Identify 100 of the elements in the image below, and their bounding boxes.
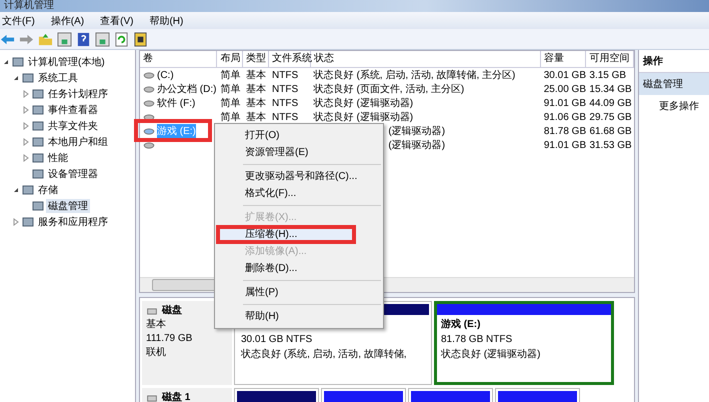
table-cell: 91.06 GB <box>544 112 586 122</box>
volume-name[interactable]: 软件 (F:) <box>157 96 196 110</box>
table-cell: 31.53 GB <box>589 140 632 150</box>
menu-item[interactable]: 查看(V) <box>98 14 140 28</box>
context-menu-item[interactable]: 压缩卷(H)... <box>217 226 355 243</box>
partition-block[interactable] <box>408 388 493 402</box>
tree-item[interactable]: 本地用户和组 <box>46 135 110 149</box>
context-menu-item[interactable]: 更改驱动器号和路径(C)... <box>217 168 381 185</box>
node-icon <box>32 200 44 212</box>
table-cell-text: (逻辑驱动器) <box>388 124 446 138</box>
pane-icon[interactable] <box>95 32 110 46</box>
table-cell: NTFS <box>272 98 298 108</box>
partition-block[interactable] <box>234 388 319 402</box>
tree-item[interactable]: 设备管理器 <box>46 167 100 181</box>
column-header[interactable]: 类型 <box>243 51 269 67</box>
partition-status: 状态良好 (系统, 启动, 活动, 故障转储, <box>241 349 408 361</box>
table-cell-text: 简单 <box>220 110 240 124</box>
column-header[interactable]: 布局 <box>217 51 244 67</box>
tree-item[interactable]: 共享文件夹 <box>46 119 100 133</box>
table-cell: 30.01 GB <box>544 70 586 80</box>
partition-size: 30.01 GB NTFS <box>241 334 314 346</box>
table-cell-text: 状态良好 (系统, 启动, 活动, 故障转储, 主分区) <box>314 68 516 82</box>
drive-icon <box>143 142 155 148</box>
table-cell-text: 简单 <box>220 96 240 110</box>
partition-block[interactable] <box>495 388 580 402</box>
column-header[interactable]: 文件系统 <box>268 51 311 67</box>
context-menu-item[interactable]: 打开(O) <box>217 127 381 144</box>
node-icon <box>32 152 44 164</box>
tree-item[interactable]: 存储 <box>36 183 60 197</box>
drive-icon <box>143 72 155 78</box>
context-menu-item[interactable]: 资源管理器(E) <box>217 144 381 161</box>
partition-size: 81.78 GB NTFS <box>441 334 514 346</box>
table-cell: NTFS <box>272 112 298 122</box>
table-cell-text: 状态良好 (逻辑驱动器) <box>314 110 414 124</box>
table-cell-text: 基本 <box>246 110 266 124</box>
disk-info: 111.79 GB <box>146 333 194 345</box>
node-icon <box>32 120 44 132</box>
table-cell: 3.15 GB <box>589 70 626 80</box>
drive-icon <box>143 100 155 106</box>
node-icon <box>32 88 44 100</box>
partition-status: 状态良好 (逻辑驱动器) <box>441 349 542 361</box>
export-icon[interactable] <box>133 32 148 46</box>
expander-icon[interactable] <box>12 74 20 82</box>
disk-info: 基本 <box>146 319 167 331</box>
context-menu-item[interactable]: 格式化(F)... <box>217 185 381 202</box>
drive-icon <box>143 114 155 120</box>
window-title: 计算机管理 <box>3 0 55 12</box>
column-header[interactable]: 状态 <box>310 51 541 67</box>
column-header[interactable]: 卷 <box>140 51 218 67</box>
node-icon <box>22 216 34 228</box>
table-cell: 81.78 GB <box>544 126 586 136</box>
expander-icon[interactable] <box>2 58 10 66</box>
table-cell-text: 简单 <box>220 82 240 96</box>
table-cell: NTFS <box>272 70 298 80</box>
partition-block[interactable] <box>321 388 406 402</box>
context-menu-item[interactable]: 属性(P) <box>217 284 381 301</box>
tree-item[interactable]: 服务和应用程序 <box>36 215 110 229</box>
node-icon <box>22 72 34 84</box>
node-icon <box>32 168 44 180</box>
node-icon <box>32 104 44 116</box>
tree-item[interactable]: 任务计划程序 <box>46 87 110 101</box>
table-cell-text: (逻辑驱动器) <box>388 138 446 152</box>
table-cell-text: 基本 <box>246 96 266 110</box>
table-cell-text: 状态良好 (页面文件, 活动, 主分区) <box>314 82 464 96</box>
tree-item[interactable]: 性能 <box>46 151 70 165</box>
folder-up-icon[interactable] <box>38 32 53 46</box>
drive-icon <box>143 86 155 92</box>
drive-icon <box>143 128 155 134</box>
disk-label: 磁盘 <box>162 305 182 317</box>
table-cell: 91.01 GB <box>544 98 586 108</box>
tree-item[interactable]: 系统工具 <box>36 71 80 85</box>
help-icon[interactable] <box>76 32 91 46</box>
column-header[interactable]: 可用空间 <box>586 51 634 67</box>
table-cell-text: 基本 <box>246 68 266 82</box>
partition-title: 游戏 (E:) <box>441 319 482 331</box>
pane-icon[interactable] <box>57 32 72 46</box>
table-cell: 29.75 GB <box>589 112 632 122</box>
expander-icon[interactable] <box>12 186 20 194</box>
actions-section[interactable]: 磁盘管理 <box>639 73 709 95</box>
refresh-icon[interactable] <box>114 32 129 46</box>
table-cell: NTFS <box>272 84 298 94</box>
volume-name[interactable]: 办公文档 (D:) <box>157 82 216 96</box>
tree-item[interactable]: 事件查看器 <box>46 103 100 117</box>
table-cell-text: 状态良好 (逻辑驱动器) <box>314 96 414 110</box>
context-menu-item[interactable]: 删除卷(D)... <box>217 260 381 277</box>
column-header[interactable]: 容量 <box>540 51 586 67</box>
disk-label: 磁盘 1 <box>162 392 190 402</box>
menu-item[interactable]: 帮助(H) <box>147 14 190 28</box>
volume-name[interactable]: (C:) <box>157 70 174 80</box>
partition-block[interactable]: 游戏 (E:) 81.78 GB NTFS 状态良好 (逻辑驱动器) <box>434 301 614 385</box>
action-link[interactable]: 更多操作 <box>639 95 709 113</box>
table-cell: 61.68 GB <box>589 126 632 136</box>
table-cell: 44.09 GB <box>589 98 632 108</box>
menu-item[interactable]: 文件(F) <box>0 14 41 28</box>
table-cell: 15.34 GB <box>589 84 632 94</box>
tree-item[interactable]: 磁盘管理 <box>46 199 90 213</box>
table-cell-text: 基本 <box>246 82 266 96</box>
menu-item[interactable]: 操作(A) <box>48 14 90 28</box>
table-cell-text: 简单 <box>220 68 240 82</box>
tree-item[interactable]: 计算机管理(本地) <box>26 55 107 69</box>
